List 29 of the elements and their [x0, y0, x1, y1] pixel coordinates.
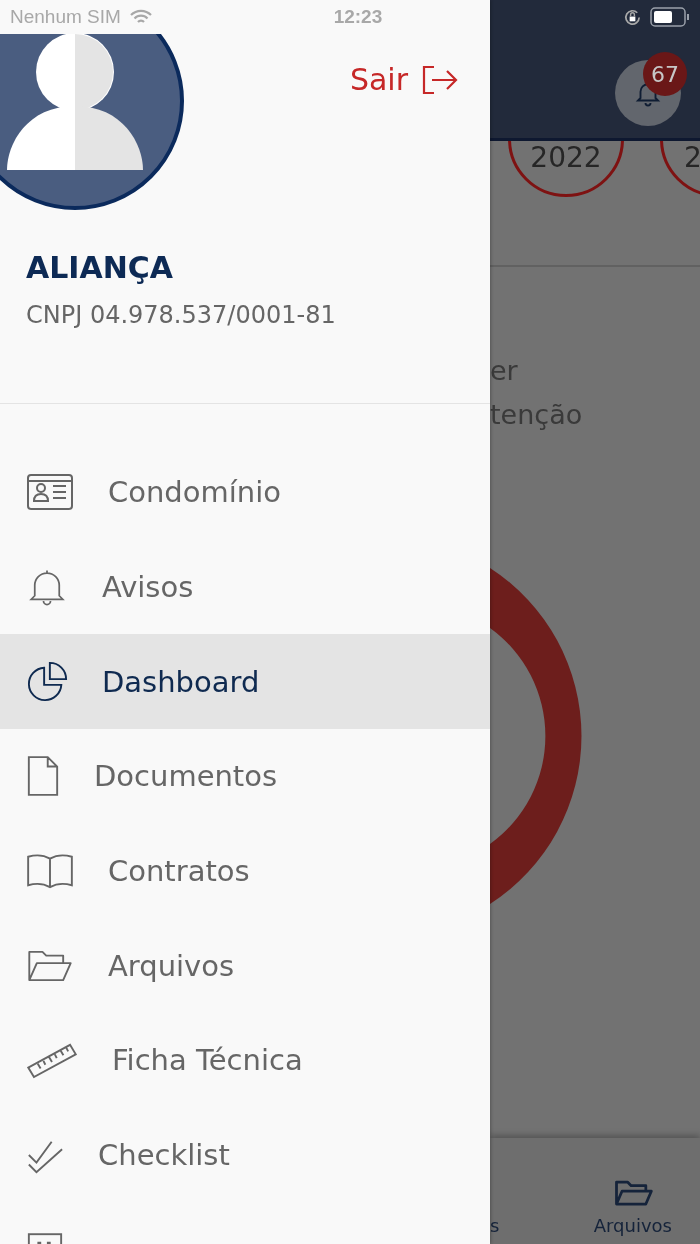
id-card-icon: [26, 472, 74, 513]
folder-icon: [26, 949, 74, 982]
battery-icon: [650, 7, 690, 27]
menu-item[interactable]: Documentos: [0, 729, 490, 824]
carrier-text: Nenhum SIM: [10, 6, 121, 28]
menu-item[interactable]: Arquivos: [0, 918, 490, 1014]
document-icon: [26, 755, 60, 798]
menu-item[interactable]: Contratos: [0, 823, 490, 919]
menu-item[interactable]: Avisos: [0, 539, 490, 635]
tab-item[interactable]: Arquivos: [593, 1171, 672, 1236]
book-icon: [26, 852, 74, 891]
person-icon: [7, 34, 143, 170]
cnpj-text: CNPJ 04.978.537/0001-81: [26, 301, 337, 329]
notification-badge: 67: [643, 52, 687, 96]
body-text: er: [490, 354, 518, 388]
ruler-icon: [26, 1041, 78, 1080]
clock-text: 12:23: [333, 6, 383, 28]
account-name: ALIANÇA: [26, 250, 175, 285]
pie-chart-icon: [26, 660, 68, 703]
building-icon: [26, 1230, 64, 1244]
menu-item[interactable]: Checklist: [0, 1107, 490, 1203]
menu-item[interactable]: Dashboard: [0, 634, 490, 730]
body-text: tenção: [490, 398, 583, 432]
rotation-lock-icon: [623, 7, 642, 27]
tab-item[interactable]: s: [490, 1215, 500, 1236]
logout-icon: [422, 64, 458, 95]
logout-button[interactable]: Sair: [349, 62, 458, 97]
menu-item[interactable]: Condomínio: [0, 445, 490, 540]
menu-item[interactable]: Ficha Técnica: [0, 1013, 490, 1108]
